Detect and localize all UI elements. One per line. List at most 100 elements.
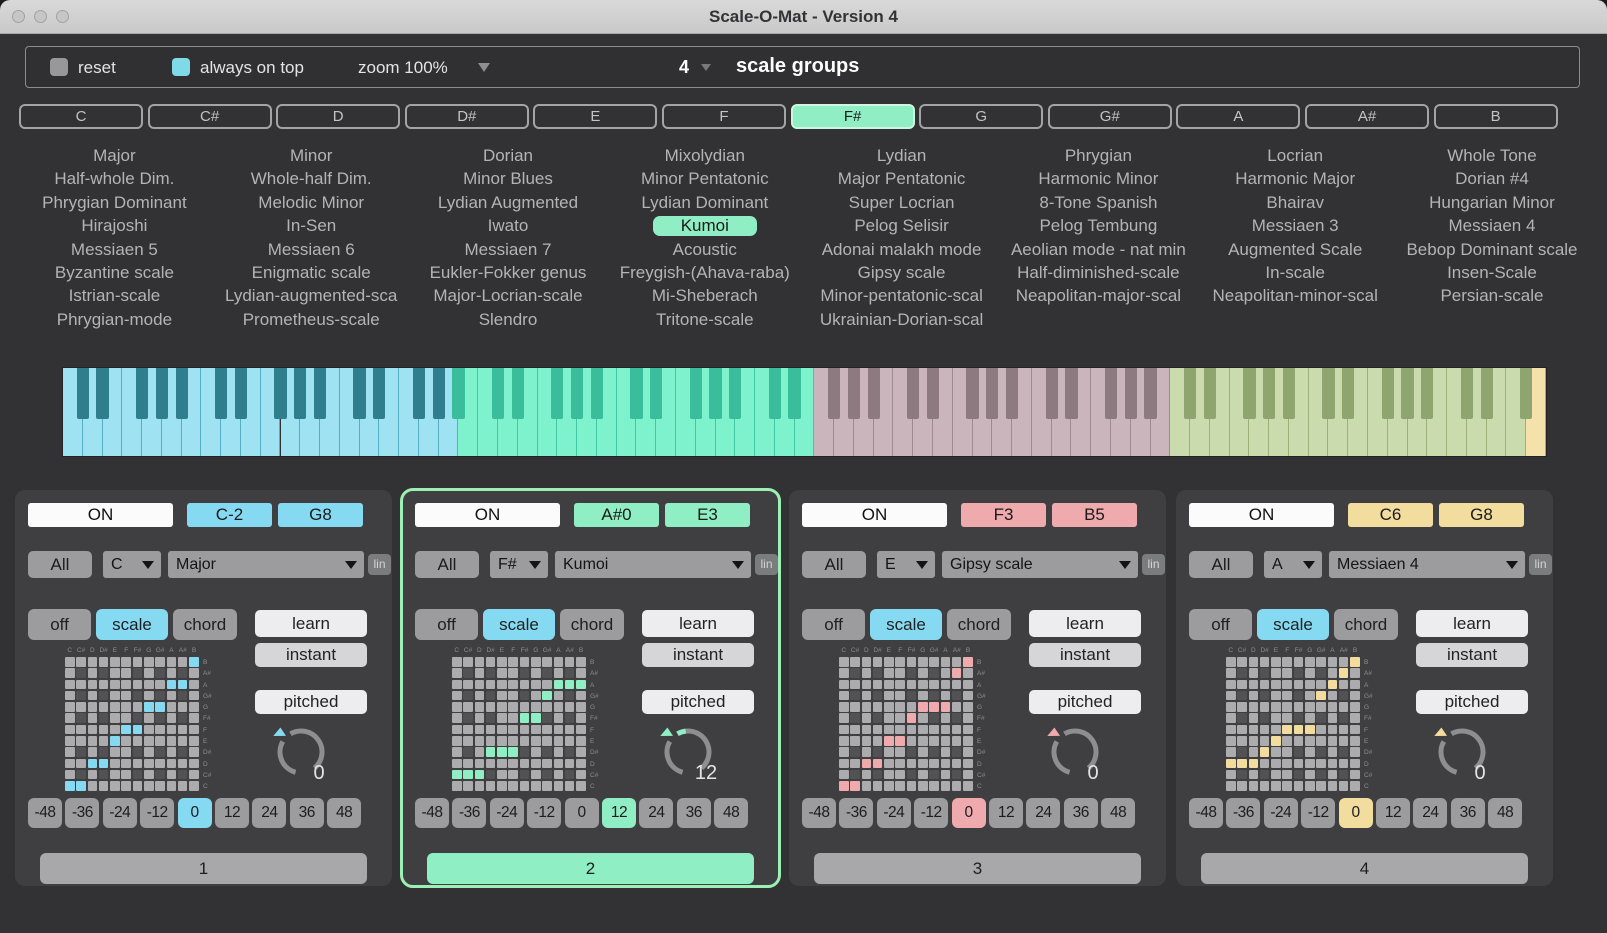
transpose-button--24[interactable]: -24 (1264, 798, 1298, 828)
learn-button[interactable]: learn (642, 610, 754, 637)
scale-list-item[interactable]: Messiaen 5 (16, 238, 213, 261)
piano-key-black[interactable] (690, 368, 702, 419)
scale-list-item[interactable]: Insen-Scale (1394, 261, 1591, 284)
transpose-button-24[interactable]: 24 (252, 798, 286, 828)
scale-list-item[interactable]: Lydian (803, 144, 1000, 167)
range-low-button[interactable]: C-2 (187, 503, 272, 527)
instant-button[interactable]: instant (255, 643, 367, 667)
piano-key-black[interactable] (1481, 368, 1493, 419)
transpose-button--48[interactable]: -48 (28, 798, 62, 828)
piano-key-black[interactable] (1283, 368, 1295, 419)
piano-key-black[interactable] (353, 368, 365, 419)
reset-checkbox[interactable] (50, 58, 68, 76)
scale-list-item[interactable]: Neapolitan-minor-scal (1197, 284, 1394, 307)
transpose-button--12[interactable]: -12 (1301, 798, 1335, 828)
lin-button[interactable]: lin (755, 554, 778, 575)
scale-list-item[interactable]: Eukler-Fokker genus (410, 261, 607, 284)
scale-list-item[interactable]: Major (16, 144, 213, 167)
piano-key-black[interactable] (1125, 368, 1137, 419)
scale-list-item[interactable]: Dorian #4 (1394, 167, 1591, 190)
piano-key-black[interactable] (788, 368, 800, 419)
range-high-button[interactable]: G8 (1439, 503, 1524, 527)
scale-list-item[interactable]: Prometheus-scale (213, 308, 410, 331)
piano-key-black[interactable] (1243, 368, 1255, 419)
piano-key-black[interactable] (492, 368, 504, 419)
transpose-button-0[interactable]: 0 (952, 798, 986, 828)
selected-scale-pill[interactable]: Kumoi (653, 216, 757, 236)
scale-list-item[interactable]: Messiaen 4 (1394, 214, 1591, 237)
range-low-button[interactable]: C6 (1348, 503, 1433, 527)
note-button-D-sharp[interactable]: D# (405, 104, 529, 129)
chord-mode-button[interactable]: chord (1334, 609, 1398, 640)
note-button-F-sharp[interactable]: F# (791, 104, 915, 129)
transpose-button--36[interactable]: -36 (65, 798, 99, 828)
scale-list-item[interactable]: Locrian (1197, 144, 1394, 167)
scale-mode-button[interactable]: scale (96, 609, 168, 640)
note-button-F[interactable]: F (662, 104, 786, 129)
scale-list-item[interactable]: Pelog Selisir (803, 214, 1000, 237)
range-high-button[interactable]: G8 (278, 503, 363, 527)
transpose-button--12[interactable]: -12 (527, 798, 561, 828)
transpose-button-0[interactable]: 0 (178, 798, 212, 828)
scale-select[interactable]: Kumoi (555, 551, 751, 578)
piano-key-black[interactable] (1065, 368, 1077, 419)
transpose-button-36[interactable]: 36 (1451, 798, 1485, 828)
scale-list-item[interactable]: Harmonic Minor (1000, 167, 1197, 190)
scale-list-item[interactable]: Minor Pentatonic (606, 167, 803, 190)
piano-key-black[interactable] (96, 368, 108, 419)
range-low-button[interactable]: A#0 (574, 503, 659, 527)
piano-key-black[interactable] (868, 368, 880, 419)
piano-key-black[interactable] (927, 368, 939, 419)
root-note-select[interactable]: F# (490, 551, 548, 578)
piano-key-black[interactable] (156, 368, 168, 419)
transpose-button--36[interactable]: -36 (839, 798, 873, 828)
root-note-select[interactable]: A (1264, 551, 1322, 578)
zoom-dropdown-arrow-icon[interactable] (478, 63, 490, 72)
scale-list-item[interactable]: Augmented Scale (1197, 238, 1394, 261)
scale-list-item[interactable]: Slendro (410, 308, 607, 331)
piano-key-black[interactable] (1342, 368, 1354, 419)
note-button-D[interactable]: D (276, 104, 400, 129)
transpose-button-12[interactable]: 12 (602, 798, 636, 828)
piano-key-black[interactable] (591, 368, 603, 419)
instant-button[interactable]: instant (1029, 643, 1141, 667)
scale-list-item[interactable]: Lydian Augmented (410, 191, 607, 214)
transpose-button--48[interactable]: -48 (1189, 798, 1223, 828)
lin-button[interactable]: lin (1529, 554, 1552, 575)
mapping-grid[interactable]: CC#DD#EFF#GG#AA#BBA#AG#GF#FED#DC#C (1226, 647, 1378, 793)
transpose-button-12[interactable]: 12 (1376, 798, 1410, 828)
transpose-button-0[interactable]: 0 (565, 798, 599, 828)
rotation-dial[interactable]: 0 (1041, 716, 1116, 791)
scale-list-item[interactable]: Minor Blues (410, 167, 607, 190)
piano-key-black[interactable] (512, 368, 524, 419)
scale-list-item[interactable]: Neapolitan-major-scal (1000, 284, 1197, 307)
scale-list-item[interactable]: Messiaen 7 (410, 238, 607, 261)
pitched-button[interactable]: pitched (1029, 690, 1141, 714)
scale-list-item[interactable]: Dorian (410, 144, 607, 167)
piano-key-black[interactable] (828, 368, 840, 419)
scale-list-item[interactable]: Mixolydian (606, 144, 803, 167)
on-button[interactable]: ON (415, 503, 560, 527)
chord-mode-button[interactable]: chord (173, 609, 237, 640)
off-mode-button[interactable]: off (802, 609, 865, 640)
transpose-button-12[interactable]: 12 (215, 798, 249, 828)
piano-key-black[interactable] (650, 368, 662, 419)
scale-list-item[interactable]: Half-diminished-scale (1000, 261, 1197, 284)
transpose-button-0[interactable]: 0 (1339, 798, 1373, 828)
scale-list-item[interactable]: Minor-pentatonic-scal (803, 284, 1000, 307)
rotation-dial[interactable]: 12 (654, 716, 729, 791)
scale-list-item[interactable]: Ukrainian-Dorian-scal (803, 308, 1000, 331)
transpose-button--36[interactable]: -36 (452, 798, 486, 828)
piano-key-black[interactable] (709, 368, 721, 419)
all-button[interactable]: All (802, 551, 866, 578)
piano-keyboard[interactable] (62, 367, 1547, 457)
pitched-button[interactable]: pitched (255, 690, 367, 714)
scale-list-item[interactable]: Lydian Dominant (606, 191, 803, 214)
piano-key-black[interactable] (1382, 368, 1394, 419)
scale-group-count-arrow-icon[interactable] (701, 64, 711, 71)
piano-key-black[interactable] (1184, 368, 1196, 419)
scale-list-item[interactable]: Half-whole Dim. (16, 167, 213, 190)
note-button-A-sharp[interactable]: A# (1305, 104, 1429, 129)
transpose-button--24[interactable]: -24 (877, 798, 911, 828)
panel-footer-button[interactable]: 4 (1201, 853, 1528, 884)
